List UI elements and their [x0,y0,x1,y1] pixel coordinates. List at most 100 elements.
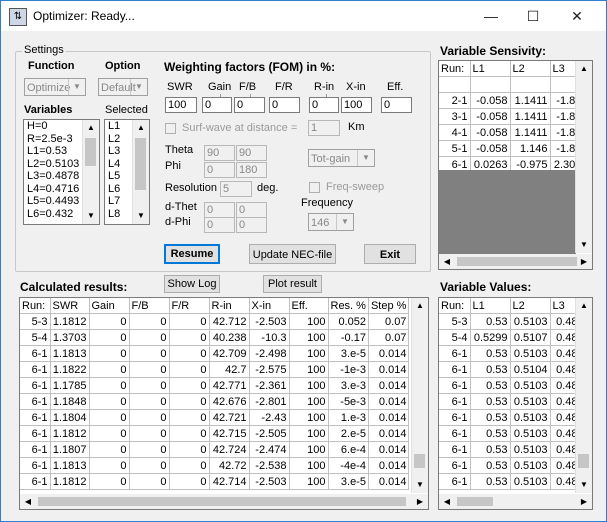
table-cell: 0.5103 [510,313,551,330]
surfwave-checkbox[interactable] [165,123,176,134]
frequency-combo[interactable]: 146 ▼ [308,213,354,231]
table-cell: 0.5103 [510,377,551,394]
rin-weight-input[interactable]: 0 [309,97,339,113]
function-combo[interactable]: Optimize ▼ [24,78,86,96]
sensivity-vscrollbar[interactable]: ▲ ▼ [575,61,592,253]
table-cell: 0 [89,441,130,458]
gain-type-combo[interactable]: Tot-gain ▼ [308,149,375,167]
results-grid[interactable]: Run: SWR Gain F/B F/R R-in X-in Eff. Res… [19,297,429,510]
scroll-right-icon[interactable]: ▶ [576,494,592,509]
scroll-up-icon[interactable]: ▲ [412,298,428,314]
scroll-up-icon[interactable]: ▲ [576,61,592,77]
table-cell: 0 [129,393,170,410]
xin-weight-input[interactable]: 100 [341,97,372,113]
close-button[interactable]: ✕ [554,1,600,31]
scroll-right-icon[interactable]: ▶ [576,254,592,269]
scroll-thumb[interactable] [457,257,577,266]
function-value: Optimize [27,82,71,94]
weight-label-xin: X-in [346,81,366,93]
table-cell: 5-3 [439,313,471,330]
table-cell: 0 [169,345,210,362]
values-vscrollbar[interactable]: ▲ ▼ [575,298,592,493]
sensivity-hscrollbar[interactable]: ◀ ▶ [439,254,592,269]
table-cell: 5-3 [20,313,51,330]
scroll-left-icon[interactable]: ◀ [439,254,455,269]
option-combo[interactable]: Default ▼ [98,78,148,96]
update-nec-file-button[interactable]: Update NEC-file [249,244,336,264]
eff-weight-input[interactable]: 0 [381,97,412,113]
scroll-up-icon[interactable]: ▲ [576,298,592,314]
table-cell: 2-1 [439,92,471,109]
table-cell: 1.1812 [50,313,90,330]
resolution-input[interactable]: 5 [220,181,252,197]
scroll-up-icon[interactable]: ▲ [133,120,149,136]
sensivity-grid[interactable]: Run: L1 L2 L3 2-1 -0.058 1.1411 -1.884 3… [438,60,593,270]
column-header: L1 [470,61,511,77]
values-grid[interactable]: Run: L1 L2 L3 5-3 0.53 0.5103 0.48 5-4 0.529… [438,297,593,510]
results-hscrollbar[interactable]: ◀ ▶ [20,494,428,509]
scroll-right-icon[interactable]: ▶ [412,494,428,509]
scroll-thumb[interactable] [135,138,146,190]
variables-label: Variables [24,104,73,116]
results-vscrollbar[interactable]: ▲ ▼ [411,298,428,493]
minimize-button[interactable]: — [468,1,514,31]
scroll-thumb[interactable] [38,497,406,506]
fb-weight-input[interactable]: 0 [234,97,265,113]
table-row: 6-1 0.53 0.5103 0.48 [439,441,581,458]
phi-input-2[interactable]: 180 [236,162,267,178]
dthet-input-2[interactable]: 0 [236,202,267,218]
show-log-button[interactable]: Show Log [164,275,220,293]
exit-button[interactable]: Exit [364,244,416,264]
table-cell: 100 [289,441,329,458]
gain-weight-input[interactable]: 0 [202,97,232,113]
variables-list[interactable]: H=0 R=2.5e-3 L1=0.53 L2=0.5103 L3=0.4878… [23,119,100,225]
dthet-input-1[interactable]: 0 [204,202,235,218]
scroll-down-icon[interactable]: ▼ [412,477,428,493]
scroll-up-icon[interactable]: ▲ [83,120,99,136]
table-cell: 1.1411 [510,108,551,125]
dphi-input-1[interactable]: 0 [204,217,235,233]
table-cell: -2.474 [249,441,290,458]
plot-result-button[interactable]: Plot result [263,275,322,293]
scroll-thumb[interactable] [85,138,96,166]
table-cell: 42.771 [209,377,250,394]
scroll-thumb[interactable] [457,497,493,506]
table-row: 4-1 -0.058 1.1411 -1.884 [439,124,591,141]
resume-button[interactable]: Resume [164,244,220,264]
table-row: 5-3 1.1812 0 0 0 42.712 -2.503 100 0.052 0.07 [20,313,410,330]
scroll-left-icon[interactable]: ◀ [439,494,455,509]
variables-scrollbar[interactable]: ▲ ▼ [82,120,99,224]
phi-input-1[interactable]: 0 [204,162,235,178]
scroll-down-icon[interactable]: ▼ [576,477,592,493]
table-cell: 42.72 [209,457,250,474]
table-row: 6-1 1.1848 0 0 0 42.676 -2.801 100 -5e-3 0.014 [20,393,410,410]
scroll-down-icon[interactable]: ▼ [576,237,592,253]
freqsweep-checkbox[interactable] [309,182,320,193]
scroll-thumb[interactable] [414,454,425,468]
theta-input-2[interactable]: 90 [236,145,267,161]
table-cell: 1.e-3 [328,409,369,426]
theta-input-1[interactable]: 90 [204,145,235,161]
maximize-button[interactable]: ☐ [510,1,556,31]
swr-weight-input[interactable]: 100 [165,97,197,113]
surfwave-distance-input[interactable]: 1 [308,120,340,136]
weight-label-rin: R-in [314,81,335,93]
table-cell: 42.724 [209,441,250,458]
scroll-left-icon[interactable]: ◀ [20,494,36,509]
table-cell: 0.014 [368,409,410,426]
selected-list[interactable]: L1 L2 L3 L4 L5 L6 L7 L8 ▲ ▼ [104,119,150,225]
table-cell: 0.5103 [510,409,551,426]
scroll-down-icon[interactable]: ▼ [133,208,149,224]
table-row: 6-1 0.53 0.5103 0.48 [439,393,581,410]
scroll-down-icon[interactable]: ▼ [83,208,99,224]
table-cell: -2.801 [249,393,290,410]
table-cell: 0.014 [368,377,410,394]
table-cell: 42.721 [209,409,250,426]
table-cell: 42.714 [209,473,250,490]
scroll-thumb[interactable] [578,454,589,468]
values-hscrollbar[interactable]: ◀ ▶ [439,494,592,509]
table-cell: 0.014 [368,473,410,490]
fr-weight-input[interactable]: 0 [269,97,300,113]
dphi-input-2[interactable]: 0 [236,217,267,233]
selected-scrollbar[interactable]: ▲ ▼ [132,120,149,224]
